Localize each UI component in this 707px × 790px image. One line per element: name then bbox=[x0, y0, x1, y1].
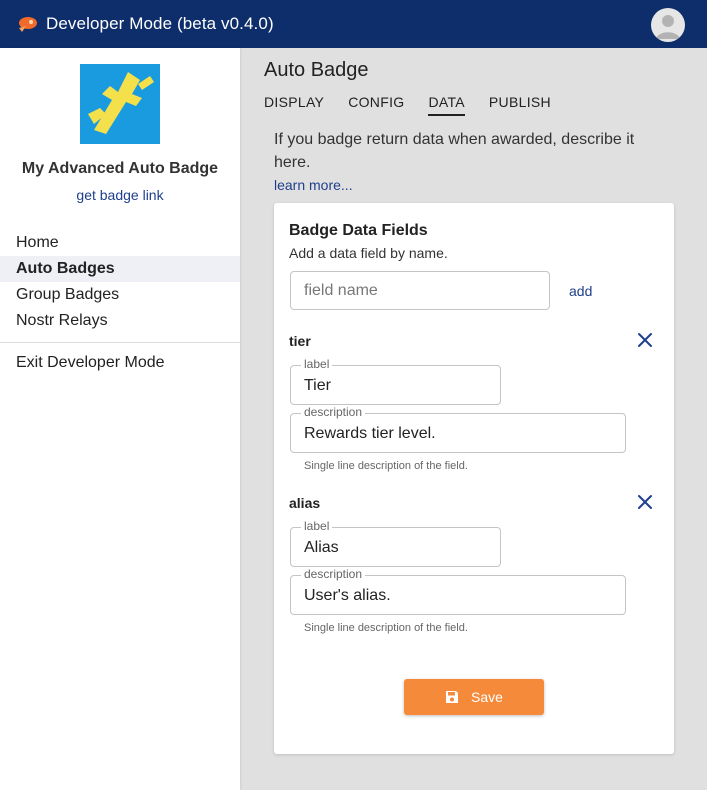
sidebar-divider bbox=[0, 342, 240, 343]
description-field-alias[interactable]: description User's alias. bbox=[290, 568, 626, 615]
label-caption: label bbox=[301, 358, 333, 371]
field-name-input[interactable] bbox=[290, 271, 550, 310]
main-content: Auto Badge DISPLAY CONFIG DATA PUBLISH I… bbox=[240, 48, 707, 790]
description-helper-text: Single line description of the field. bbox=[304, 460, 468, 472]
badge-name: My Advanced Auto Badge bbox=[21, 160, 219, 177]
sidebar: My Advanced Auto Badge get badge link Ho… bbox=[0, 48, 240, 790]
save-button[interactable]: Save bbox=[404, 679, 544, 715]
description-field-tier[interactable]: description Rewards tier level. bbox=[290, 406, 626, 453]
app-bar: Developer Mode (beta v0.4.0) bbox=[0, 0, 707, 48]
label-caption: label bbox=[301, 520, 333, 533]
tab-publish[interactable]: PUBLISH bbox=[489, 94, 551, 116]
user-avatar-icon[interactable] bbox=[651, 8, 685, 42]
card-subtitle: Add a data field by name. bbox=[289, 245, 448, 261]
sidebar-item-home[interactable]: Home bbox=[0, 230, 240, 256]
sidebar-item-auto-badges[interactable]: Auto Badges bbox=[0, 256, 240, 282]
intro-text: If you badge return data when awarded, d… bbox=[274, 131, 635, 171]
field-title-alias: alias bbox=[289, 495, 321, 511]
sidebar-item-group-badges[interactable]: Group Badges bbox=[0, 282, 240, 308]
close-icon[interactable] bbox=[636, 331, 654, 349]
tab-data[interactable]: DATA bbox=[428, 94, 465, 116]
badge-image bbox=[80, 64, 160, 144]
description-value: User's alias. bbox=[304, 587, 391, 604]
sidebar-nav: Home Auto Badges Group Badges Nostr Rela… bbox=[0, 230, 240, 334]
label-field-alias[interactable]: label Alias bbox=[290, 520, 501, 567]
add-field-button[interactable]: add bbox=[569, 283, 592, 299]
description-helper-text: Single line description of the field. bbox=[304, 622, 468, 634]
rocket-icon bbox=[19, 17, 37, 32]
label-field-tier[interactable]: label Tier bbox=[290, 358, 501, 405]
floppy-disk-icon bbox=[446, 691, 459, 703]
save-label: Save bbox=[471, 689, 503, 705]
description-value: Rewards tier level. bbox=[304, 425, 436, 442]
learn-more-link[interactable]: learn more... bbox=[274, 177, 353, 193]
page-title: Auto Badge bbox=[264, 59, 369, 81]
sidebar-item-exit-developer-mode[interactable]: Exit Developer Mode bbox=[16, 354, 165, 372]
field-title-tier: tier bbox=[289, 333, 311, 349]
label-value: Tier bbox=[304, 377, 331, 394]
tab-config[interactable]: CONFIG bbox=[348, 94, 404, 116]
card-title: Badge Data Fields bbox=[289, 222, 428, 239]
label-value: Alias bbox=[304, 539, 339, 556]
badge-data-fields-card: Badge Data Fields Add a data field by na… bbox=[274, 203, 674, 754]
sidebar-item-nostr-relays[interactable]: Nostr Relays bbox=[0, 308, 240, 334]
get-badge-link[interactable]: get badge link bbox=[0, 187, 240, 203]
app-title: Developer Mode (beta v0.4.0) bbox=[46, 14, 274, 33]
tab-display[interactable]: DISPLAY bbox=[264, 94, 324, 116]
description-caption: description bbox=[301, 406, 366, 419]
close-icon[interactable] bbox=[636, 493, 654, 511]
tab-bar: DISPLAY CONFIG DATA PUBLISH bbox=[264, 94, 575, 116]
description-caption: description bbox=[301, 568, 366, 581]
